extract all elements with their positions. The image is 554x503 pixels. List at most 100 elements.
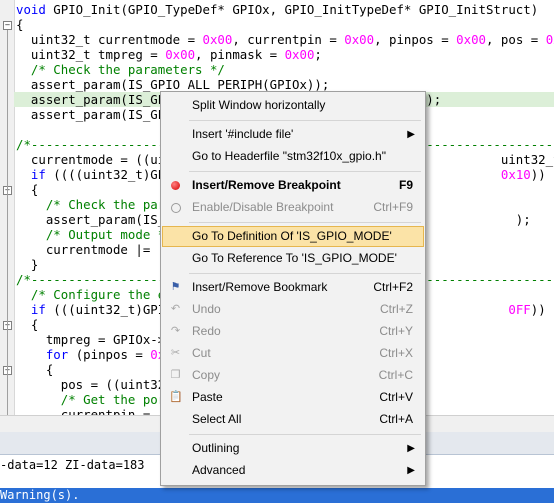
- code-number: 0x00: [456, 32, 486, 47]
- code-line[interactable]: /* Check the para: [16, 197, 173, 212]
- code-text: {: [16, 17, 24, 32]
- code-text: {: [16, 182, 39, 197]
- menu-item-shortcut: Ctrl+X: [379, 346, 413, 360]
- menu-item-shortcut: Ctrl+V: [379, 390, 413, 404]
- menu-item-label: Go To Definition Of 'IS_GPIO_MODE': [192, 229, 392, 243]
- menu-item-label: Insert '#include file': [192, 127, 294, 141]
- menu-separator: [189, 120, 421, 121]
- menu-separator: [189, 273, 421, 274]
- code-line[interactable]: uint32_t currentmode = 0x00, currentpin …: [16, 32, 554, 47]
- menu-item-outlining[interactable]: Outlining ▶: [163, 438, 423, 459]
- fold-guide-line: [7, 30, 8, 415]
- code-number: 0x00: [202, 32, 233, 47]
- fold-gutter: −−−−−: [0, 0, 15, 415]
- code-line[interactable]: uint32_t tmpreg = 0x00, pinmask = 0x00;: [16, 47, 322, 62]
- code-text: currentpin = (G: [16, 407, 173, 415]
- code-text: tmpreg = GPIOx->C: [16, 332, 173, 347]
- fold-toggle-icon[interactable]: −: [3, 21, 12, 30]
- menu-item-split-window-horizontally[interactable]: Split Window horizontally: [163, 95, 423, 116]
- menu-item-go-to-headerfile-stm32f10x-gpio-h[interactable]: Go to Headerfile "stm32f10x_gpio.h": [163, 146, 423, 167]
- code-line[interactable]: pos = ((uint32_: [16, 377, 173, 392]
- code-line[interactable]: currentmode |= (u: [16, 242, 173, 257]
- menu-separator: [189, 171, 421, 172]
- menu-item-go-to-definition-of-is-gpio-mode[interactable]: Go To Definition Of 'IS_GPIO_MODE': [162, 226, 424, 247]
- code-line[interactable]: {: [16, 182, 38, 197]
- code-line[interactable]: void GPIO_Init(GPIO_TypeDef* GPIOx, GPIO…: [16, 2, 538, 17]
- code-comment: /* Check the parameters */: [16, 62, 225, 77]
- code-line[interactable]: /* Check the parameters */: [16, 62, 225, 77]
- menu-item-shortcut: Ctrl+F9: [373, 200, 413, 214]
- menu-item-select-all[interactable]: Select All Ctrl+A: [163, 409, 423, 430]
- code-line[interactable]: }: [16, 257, 38, 272]
- code-line[interactable]: currentpin = (G: [16, 407, 173, 415]
- build-output-selected-line: Warning(s).: [0, 488, 554, 503]
- menu-item-label: Insert/Remove Breakpoint: [192, 178, 341, 192]
- menu-item-undo: ↶ Undo Ctrl+Z: [163, 299, 423, 320]
- menu-item-shortcut: Ctrl+Y: [379, 324, 413, 338]
- code-keyword: if: [30, 167, 46, 182]
- menu-item-shortcut: F9: [398, 178, 413, 192]
- code-number: 0x00: [284, 47, 315, 62]
- code-line[interactable]: /* Configure the ei: [16, 287, 173, 302]
- menu-item-shortcut: Ctrl+A: [379, 412, 413, 426]
- code-line[interactable]: assert_param(IS_GPI: [16, 107, 173, 122]
- code-line[interactable]: for (pinpos = 0x0: [16, 347, 173, 362]
- menu-item-redo: ↷ Redo Ctrl+Y: [163, 321, 423, 342]
- code-text: pos = ((uint32_: [16, 377, 173, 392]
- code-line[interactable]: assert_param(IS_GPIO_ALL_PERIPH(GPIOx));: [16, 77, 329, 92]
- code-comment: /* Configure the ei: [16, 287, 173, 302]
- menu-item-copy: ❐ Copy Ctrl+C: [163, 365, 423, 386]
- code-number: 0x10: [500, 167, 531, 182]
- code-line[interactable]: {: [16, 317, 38, 332]
- menu-item-label: Enable/Disable Breakpoint: [192, 200, 334, 214]
- code-text: , currentpin =: [232, 32, 345, 47]
- code-comment: /* Output mode */: [16, 227, 173, 242]
- code-text: uint32_t currentmode =: [16, 32, 203, 47]
- code-number: 0x00: [344, 32, 375, 47]
- code-line[interactable]: {: [16, 362, 53, 377]
- menu-item-label: Outlining: [192, 441, 240, 455]
- menu-item-label: Select All: [192, 412, 242, 426]
- code-line[interactable]: /* Get the port: [16, 392, 173, 407]
- menu-item-go-to-reference-to-is-gpio-mode[interactable]: Go To Reference To 'IS_GPIO_MODE': [163, 248, 423, 269]
- code-line[interactable]: /* Output mode */: [16, 227, 173, 242]
- menu-item-label: Cut: [192, 346, 211, 360]
- code-keyword: for: [45, 347, 69, 362]
- build-output-line: -data=12 ZI-data=183: [0, 458, 145, 472]
- menu-item-insert-remove-breakpoint[interactable]: Insert/Remove Breakpoint F9: [163, 175, 423, 196]
- disabled-breakpoint-icon: [169, 201, 182, 214]
- code-number: 0x00: [545, 32, 554, 47]
- menu-item-shortcut: Ctrl+Z: [380, 302, 413, 316]
- code-comment: /* Check the para: [16, 197, 173, 212]
- menu-item-cut: ✂ Cut Ctrl+X: [163, 343, 423, 364]
- code-text: {: [16, 362, 54, 377]
- submenu-arrow-icon: ▶: [407, 129, 415, 140]
- code-text: ;: [314, 47, 322, 62]
- paste-icon: 📋: [169, 391, 183, 403]
- menu-item-label: Redo: [192, 324, 221, 338]
- copy-icon: ❐: [170, 369, 181, 381]
- menu-item-label: Paste: [192, 390, 223, 404]
- code-text: currentmode |= (u: [16, 242, 173, 257]
- menu-item-paste[interactable]: 📋 Paste Ctrl+V: [163, 387, 423, 408]
- menu-item-insert-include-file[interactable]: Insert '#include file' ▶: [163, 124, 423, 145]
- code-text: assert_param(IS_GPI: [16, 107, 173, 122]
- code-line[interactable]: {: [16, 17, 23, 32]
- code-text: {: [16, 317, 39, 332]
- code-number: 0x00: [165, 47, 196, 62]
- code-number: 0FF: [508, 302, 531, 317]
- context-menu: Split Window horizontally Insert '#includ…: [160, 91, 426, 486]
- menu-item-insert-remove-bookmark[interactable]: ⚑ Insert/Remove Bookmark Ctrl+F2: [163, 277, 423, 298]
- code-line[interactable]: tmpreg = GPIOx->C: [16, 332, 173, 347]
- menu-item-advanced[interactable]: Advanced ▶: [163, 460, 423, 481]
- breakpoint-icon: [169, 179, 182, 192]
- code-text: GPIO_Init(GPIO_TypeDef* GPIOx, GPIO_Init…: [45, 2, 539, 17]
- code-keyword: void: [16, 2, 46, 17]
- code-keyword: if: [30, 302, 46, 317]
- menu-separator: [189, 434, 421, 435]
- code-text: (pinpos =: [68, 347, 151, 362]
- menu-item-label: Copy: [192, 368, 221, 382]
- code-text: }: [16, 257, 39, 272]
